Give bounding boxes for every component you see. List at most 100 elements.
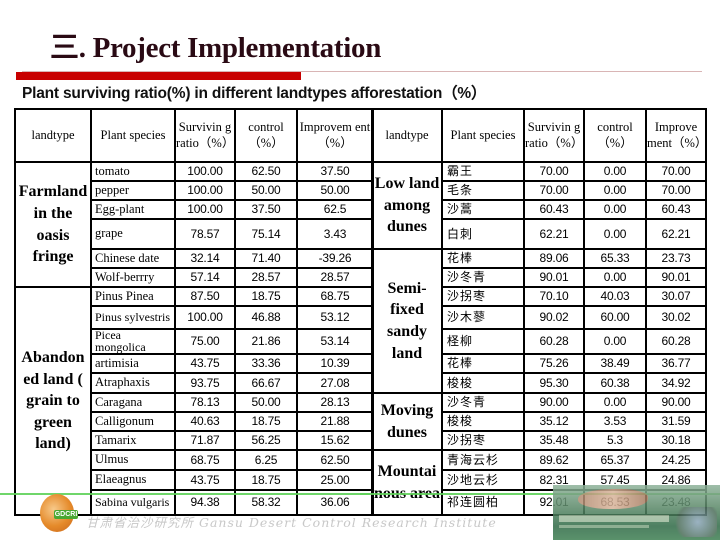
improvement-cell: 70.00	[645, 161, 707, 182]
control-cell: 56.25	[234, 430, 298, 451]
improvement-header: Improve ment（%）	[645, 108, 707, 163]
improvement-cell: 68.75	[296, 286, 374, 307]
plant-species-cell: Egg-plant	[90, 199, 176, 220]
control-cell: 28.57	[234, 267, 298, 288]
control-cell: 66.67	[234, 372, 298, 394]
table-row: Abandon ed land ( grain to green land) Pi…	[14, 286, 374, 516]
surviving-ratio-cell: 75.26	[523, 353, 585, 374]
improvement-cell: 37.50	[296, 161, 374, 182]
surviving-ratio-header: Survivin g ratio（%）	[174, 108, 236, 163]
improvement-cell: 23.73	[645, 248, 707, 269]
surviving-ratio-cell: 89.62	[523, 449, 585, 471]
control-cell: 62.50	[234, 161, 298, 182]
surviving-ratio-cell: 90.01	[523, 267, 585, 288]
control-cell: 50.00	[234, 180, 298, 201]
landtype-cell: Low land among dunes	[371, 161, 443, 250]
improvement-cell: 25.00	[296, 469, 374, 491]
page-title: 三. Project Implementation	[50, 32, 382, 64]
plant-species-cell: tomato	[90, 161, 176, 182]
control-cell: 18.75	[234, 469, 298, 491]
plant-species-cell: Wolf-berrry	[90, 267, 176, 288]
control-cell: 75.14	[234, 218, 298, 250]
surviving-ratio-cell: 43.75	[174, 469, 236, 491]
plant-species-cell: 沙木蓼	[441, 305, 525, 330]
improvement-cell: 62.21	[645, 218, 707, 250]
plant-species-cell: 梭梭	[441, 411, 525, 432]
control-cell: 0.00	[583, 161, 647, 182]
plant-species-cell: Calligonum	[90, 411, 176, 432]
plant-species-cell: 沙冬青	[441, 392, 525, 413]
improvement-cell: 60.43	[645, 199, 707, 220]
improvement-cell: 30.02	[645, 305, 707, 330]
improvement-cell: 28.57	[296, 267, 374, 288]
surviving-ratio-cell: 70.10	[523, 286, 585, 307]
improvement-cell: 60.28	[645, 328, 707, 355]
plant-species-cell: 柽柳	[441, 328, 525, 355]
right-table-body: landtype Plant species Survivin g ratio（%）…	[371, 108, 707, 516]
improvement-cell: 31.59	[645, 411, 707, 432]
surviving-ratio-cell: 60.28	[523, 328, 585, 355]
surviving-ratio-cell: 71.87	[174, 430, 236, 451]
plant-species-cell: 青海云杉	[441, 449, 525, 471]
plant-species-cell: Tamarix	[90, 430, 176, 451]
improvement-cell: 30.18	[645, 430, 707, 451]
surviving-ratio-cell: 100.00	[174, 199, 236, 220]
control-cell: 6.25	[234, 449, 298, 471]
banner-subtext-band	[559, 525, 649, 528]
surviving-ratio-cell: 40.63	[174, 411, 236, 432]
plant-species-cell: 沙拐枣	[441, 430, 525, 451]
surviving-ratio-cell: 87.50	[174, 286, 236, 307]
plant-species-cell: 沙冬青	[441, 267, 525, 288]
improvement-cell: 34.92	[645, 372, 707, 394]
improvement-cell: 53.12	[296, 305, 374, 330]
header-row: landtype Plant species Survivin g ratio（%）…	[371, 108, 707, 163]
surviving-ratio-cell: 90.02	[523, 305, 585, 330]
plant-species-cell: Pinus Pinea	[90, 286, 176, 307]
improvement-cell: 62.5	[296, 199, 374, 220]
surviving-ratio-cell: 100.00	[174, 305, 236, 330]
improvement-cell: 30.07	[645, 286, 707, 307]
surviving-ratio-cell: 60.43	[523, 199, 585, 220]
surviving-ratio-cell: 93.75	[174, 372, 236, 394]
improvement-cell: 90.00	[645, 392, 707, 413]
plant-species-cell: Pinus sylvestris	[90, 305, 176, 330]
improvement-cell: 62.50	[296, 449, 374, 471]
control-cell: 40.03	[583, 286, 647, 307]
landtype-cell: Moving dunes	[371, 392, 443, 451]
banner-text-band	[559, 515, 669, 522]
control-header: control（%）	[234, 108, 298, 163]
surviving-ratio-cell: 100.00	[174, 180, 236, 201]
table-row: Low land among dunes 霸王 70.00 0.00 70.00	[371, 161, 707, 250]
title-accent-bar	[16, 72, 301, 80]
control-cell: 65.33	[583, 248, 647, 269]
landtype-cell: Abandon ed land ( grain to green land)	[14, 286, 92, 516]
surviving-ratio-cell: 75.00	[174, 328, 236, 355]
surviving-ratio-cell: 32.14	[174, 248, 236, 269]
landtype-header: landtype	[14, 108, 92, 163]
table-caption: Plant surviving ratio(%) in different la…	[22, 85, 487, 102]
control-header: control（%）	[583, 108, 647, 163]
surviving-ratio-cell: 35.12	[523, 411, 585, 432]
surviving-ratio-cell: 57.14	[174, 267, 236, 288]
control-cell: 3.53	[583, 411, 647, 432]
plant-species-cell: Elaeagnus	[90, 469, 176, 491]
control-cell: 21.86	[234, 328, 298, 355]
surviving-ratio-cell: 89.06	[523, 248, 585, 269]
control-cell: 65.37	[583, 449, 647, 471]
plant-species-cell: Ulmus	[90, 449, 176, 471]
left-survival-table: landtype Plant species Survivin g ratio（%）…	[14, 108, 374, 516]
map-graphic-icon	[578, 489, 648, 509]
surviving-ratio-cell: 62.21	[523, 218, 585, 250]
plant-species-header: Plant species	[441, 108, 525, 163]
plant-species-cell: 毛条	[441, 180, 525, 201]
plant-species-cell: Chinese date	[90, 248, 176, 269]
improvement-cell: 70.00	[645, 180, 707, 201]
control-cell: 0.00	[583, 218, 647, 250]
surviving-ratio-cell: 90.00	[523, 392, 585, 413]
control-cell: 71.40	[234, 248, 298, 269]
improvement-cell: 21.88	[296, 411, 374, 432]
control-cell: 37.50	[234, 199, 298, 220]
improvement-cell: 28.13	[296, 392, 374, 413]
surviving-ratio-cell: 35.48	[523, 430, 585, 451]
improvement-cell: 24.25	[645, 449, 707, 471]
